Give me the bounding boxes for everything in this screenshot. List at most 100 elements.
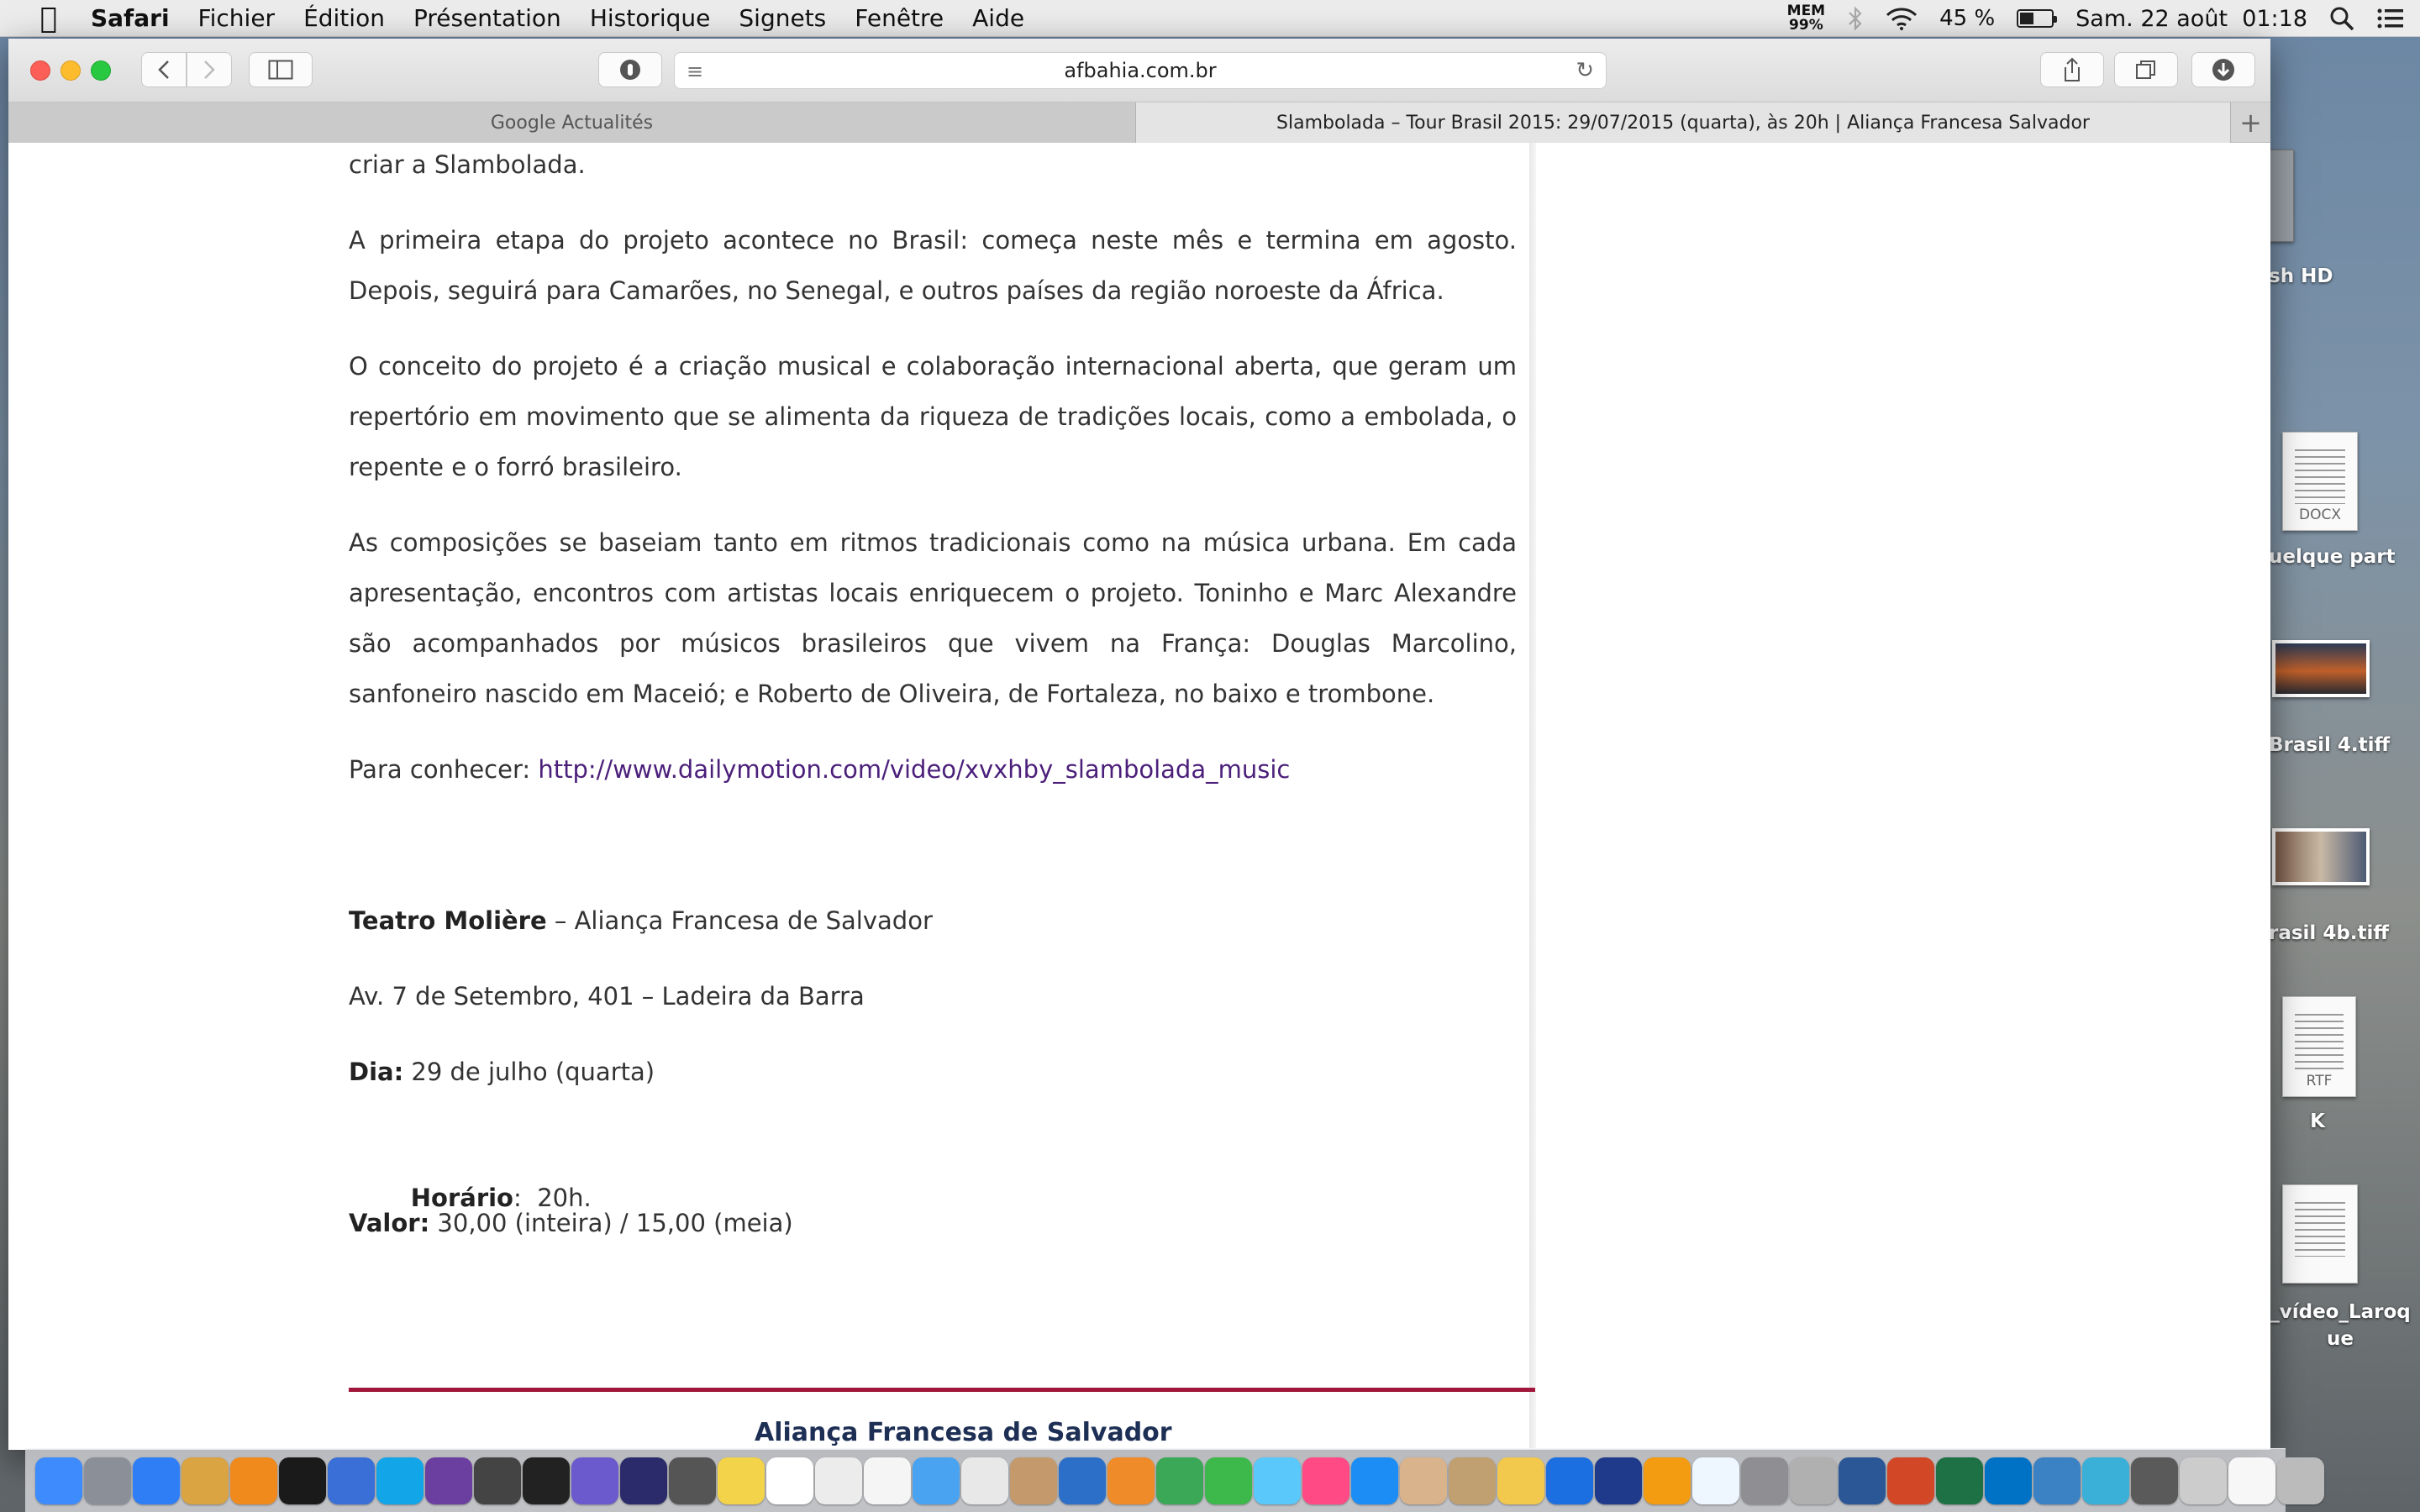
tab-bar: Google Actualités Slambolada – Tour Bras… xyxy=(8,102,2270,143)
battery-icon[interactable] xyxy=(2017,9,2058,28)
menu-signets[interactable]: Signets xyxy=(739,4,826,32)
docx-file-icon[interactable]: DOCX xyxy=(2282,432,2358,531)
close-button[interactable] xyxy=(30,60,50,81)
tab-slambolada[interactable]: Slambolada – Tour Brasil 2015: 29/07/201… xyxy=(1136,102,2230,143)
notes-icon[interactable] xyxy=(718,1457,765,1504)
camera-icon[interactable] xyxy=(669,1457,716,1504)
pages-icon[interactable] xyxy=(1107,1457,1155,1504)
screen-sharing-icon[interactable] xyxy=(328,1457,375,1504)
photos-icon[interactable] xyxy=(961,1457,1008,1504)
windows-icon[interactable] xyxy=(2082,1457,2129,1504)
paragraph: As composições se baseiam tanto em ritmo… xyxy=(349,528,1517,708)
vlc-icon[interactable] xyxy=(230,1457,277,1504)
skype-icon[interactable] xyxy=(376,1457,424,1504)
reminders-icon[interactable] xyxy=(864,1457,911,1504)
sidebar-button[interactable] xyxy=(249,52,313,87)
quicktime-icon[interactable] xyxy=(279,1457,326,1504)
apple-icon[interactable]:  xyxy=(32,2,66,35)
memory-meter[interactable]: MEM 99% xyxy=(1787,4,1825,33)
venue-line: Teatro Molière – Aliança Francesa de Sal… xyxy=(349,895,1517,946)
chrome-icon[interactable] xyxy=(2033,1457,2081,1504)
rtf-file-icon[interactable]: RTF xyxy=(2282,996,2356,1097)
notification-center-icon[interactable] xyxy=(2376,7,2405,30)
toolbar: ≡ afbahia.com.br ↻ xyxy=(8,39,2270,102)
shazam-icon[interactable] xyxy=(1546,1457,1593,1504)
weather-icon[interactable] xyxy=(1692,1457,1739,1504)
zoom-button[interactable] xyxy=(91,60,111,81)
dailymotion-link[interactable]: http://www.dailymotion.com/video/xvxhby_… xyxy=(538,755,1290,784)
show-tabs-button[interactable] xyxy=(2114,52,2178,87)
final-cut-icon[interactable] xyxy=(474,1457,521,1504)
image-thumbnail[interactable] xyxy=(2272,828,2370,885)
app-store-icon[interactable] xyxy=(1351,1457,1398,1504)
download-icon xyxy=(2212,59,2234,81)
desktop-item-label[interactable]: Brasil 4.tiff xyxy=(2269,734,2412,756)
powerpoint-icon[interactable] xyxy=(1887,1457,1934,1504)
menu-edition[interactable]: Édition xyxy=(303,4,385,32)
outlook-icon[interactable] xyxy=(1985,1457,2032,1504)
privacy-extension-button[interactable] xyxy=(598,52,662,87)
numbers-icon[interactable] xyxy=(1156,1457,1203,1504)
archive-icon[interactable] xyxy=(1497,1457,1544,1504)
desktop-item-label[interactable]: _vídeo_Laroq ue xyxy=(2269,1299,2412,1352)
back-button[interactable] xyxy=(141,52,187,87)
brush-icon[interactable] xyxy=(1790,1457,1837,1504)
facetime-icon[interactable] xyxy=(1205,1457,1252,1504)
hard-drive-icon[interactable] xyxy=(2269,150,2294,242)
menu-fichier[interactable]: Fichier xyxy=(198,4,276,32)
itunes-icon[interactable] xyxy=(1302,1457,1349,1504)
reader-view-icon[interactable]: ≡ xyxy=(687,60,703,83)
launchpad-icon[interactable] xyxy=(84,1457,131,1504)
web-page: criar a Slambolada. A primeira etapa do … xyxy=(8,143,2270,1450)
language-icon[interactable] xyxy=(2131,1457,2178,1504)
calendar-icon[interactable] xyxy=(766,1457,813,1504)
procut-icon[interactable] xyxy=(523,1457,570,1504)
trash-icon[interactable] xyxy=(2277,1457,2324,1504)
keynote-icon[interactable] xyxy=(1059,1457,1106,1504)
tab-google-actualites[interactable]: Google Actualités xyxy=(8,102,1136,143)
mail-icon[interactable] xyxy=(913,1457,960,1504)
books-icon[interactable] xyxy=(1644,1457,1691,1504)
textedit-icon[interactable] xyxy=(815,1457,862,1504)
wifi-icon[interactable] xyxy=(1886,7,1918,30)
safari-icon[interactable] xyxy=(133,1457,180,1504)
image-thumbnail[interactable] xyxy=(2272,640,2370,697)
document-icon[interactable] xyxy=(2228,1457,2275,1504)
contacts-icon[interactable] xyxy=(1010,1457,1057,1504)
menu-app-safari[interactable]: Safari xyxy=(91,4,170,32)
menu-aide[interactable]: Aide xyxy=(972,4,1024,32)
menu-fenetre[interactable]: Fenêtre xyxy=(855,4,944,32)
app-icon[interactable] xyxy=(571,1457,618,1504)
excel-icon[interactable] xyxy=(1936,1457,1983,1504)
desktop-item-label[interactable]: K xyxy=(2284,1110,2351,1132)
battery-percent[interactable]: 45 % xyxy=(1939,6,1995,31)
reload-icon[interactable]: ↻ xyxy=(1576,58,1594,83)
desktop-item-label[interactable]: rasil 4b.tiff xyxy=(2269,922,2412,944)
paintbrush-icon[interactable] xyxy=(1400,1457,1447,1504)
imovie-icon[interactable] xyxy=(425,1457,472,1504)
preview-icon[interactable] xyxy=(182,1457,229,1504)
word-icon[interactable] xyxy=(1839,1457,1886,1504)
document-file-icon[interactable] xyxy=(2282,1184,2358,1284)
menu-presentation[interactable]: Présentation xyxy=(413,4,561,32)
desktop-item-label[interactable]: uelque part xyxy=(2269,546,2412,568)
share-button[interactable] xyxy=(2040,52,2104,87)
minimize-button[interactable] xyxy=(60,60,81,81)
dvd-icon[interactable] xyxy=(620,1457,667,1504)
menu-historique[interactable]: Historique xyxy=(590,4,711,32)
bluetooth-icon[interactable] xyxy=(1847,6,1864,31)
clock[interactable]: Sam. 22 août 01:18 xyxy=(2075,6,2307,32)
new-tab-button[interactable]: + xyxy=(2230,102,2270,143)
forward-button[interactable] xyxy=(187,52,232,87)
disk-icon[interactable] xyxy=(2180,1457,2227,1504)
dock xyxy=(25,1448,2324,1512)
desktop-item-label[interactable]: sh HD xyxy=(2269,265,2370,287)
downloads-button[interactable] xyxy=(2191,52,2255,87)
system-prefs-icon[interactable] xyxy=(1741,1457,1788,1504)
hotspot-icon[interactable] xyxy=(1595,1457,1642,1504)
spotlight-search-icon[interactable] xyxy=(2329,6,2354,31)
address-bar[interactable]: ≡ afbahia.com.br ↻ xyxy=(674,52,1607,89)
finder-icon[interactable] xyxy=(35,1457,82,1504)
pencil-icon[interactable] xyxy=(1449,1457,1496,1504)
messages-icon[interactable] xyxy=(1254,1457,1301,1504)
